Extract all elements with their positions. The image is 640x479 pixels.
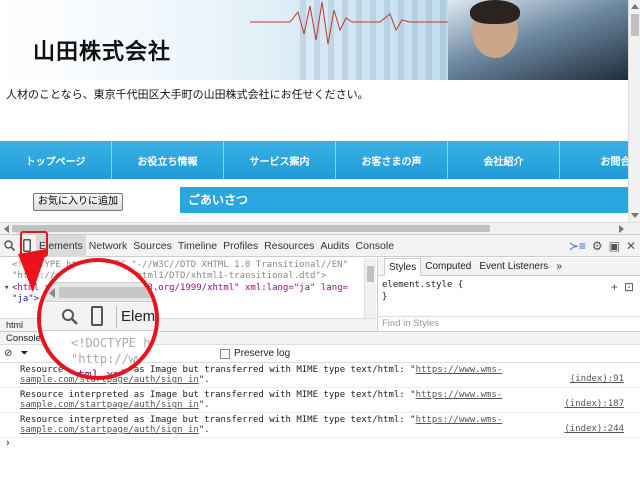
signal-wave-graphic bbox=[250, 1, 480, 45]
greeting-heading: ごあいさつ bbox=[180, 187, 628, 213]
magnified-search-icon bbox=[62, 309, 78, 325]
site-tagline: 人材のことなら、東京千代田区大手町の山田株式会社にお任せください。 bbox=[6, 88, 369, 101]
more-tabs-chevron-icon[interactable]: » bbox=[552, 258, 566, 276]
magnified-device-mode-icon bbox=[91, 306, 103, 326]
devtools-toolbar: Elements Network Sources Timeline Profil… bbox=[0, 234, 640, 257]
message-end: ". bbox=[198, 400, 210, 410]
tab-event-listeners[interactable]: Event Listeners bbox=[475, 258, 552, 276]
businessman-photo bbox=[448, 0, 628, 80]
styles-sidebar: Styles Computed Event Listeners » + ⊡ el… bbox=[377, 257, 640, 331]
message-source-link[interactable]: (index):91 bbox=[570, 374, 624, 384]
magnified-doctype: <!DOCTYPE ht bbox=[71, 336, 158, 350]
toggle-element-state-icon[interactable]: ⊡ bbox=[624, 280, 634, 294]
close-icon[interactable]: ✕ bbox=[626, 239, 636, 253]
gear-icon[interactable]: ⚙ bbox=[592, 239, 603, 253]
site-title[interactable]: 山田株式会社 bbox=[33, 34, 171, 66]
page-horizontal-scrollbar[interactable] bbox=[0, 222, 640, 234]
filter-icon[interactable]: ⏷ bbox=[20, 348, 28, 359]
tab-styles[interactable]: Styles bbox=[384, 257, 422, 276]
nav-item-services[interactable]: サービス案内 bbox=[224, 141, 336, 179]
clear-console-icon[interactable]: ⊘ bbox=[4, 348, 12, 359]
main-nav: トップページ お役立ち情報 サービス案内 お客さまの声 会社紹介 お問合 bbox=[0, 141, 628, 179]
elements-scrollbar[interactable] bbox=[364, 258, 376, 318]
console-message: Resource interpreted as Image but transf… bbox=[0, 413, 640, 438]
preserve-log-label: Preserve log bbox=[234, 348, 291, 359]
console-prompt[interactable]: › bbox=[6, 437, 10, 449]
add-rule-icon[interactable]: + bbox=[611, 280, 618, 294]
element-style-rule[interactable]: element.style { bbox=[382, 279, 636, 291]
dock-icon[interactable]: ▣ bbox=[609, 239, 620, 253]
console-drawer-tab[interactable]: Console bbox=[6, 333, 41, 344]
tab-sources[interactable]: Sources bbox=[130, 235, 175, 257]
web-page: 山田株式会社 人材のことなら、東京千代田区大手町の山田株式会社にお任せください。… bbox=[0, 0, 628, 222]
tab-resources[interactable]: Resources bbox=[261, 235, 317, 257]
nav-item-top[interactable]: トップページ bbox=[0, 141, 112, 179]
tab-profiles[interactable]: Profiles bbox=[220, 235, 261, 257]
header-banner: 山田株式会社 bbox=[0, 0, 628, 80]
styles-rules: element.style { } bbox=[378, 276, 640, 306]
styles-tabs: Styles Computed Event Listeners » bbox=[378, 257, 640, 276]
preserve-log-checkbox[interactable] bbox=[220, 348, 230, 359]
expand-triangle-icon[interactable]: ▾ bbox=[4, 283, 9, 293]
console-drawer-icon[interactable]: ≻≡ bbox=[569, 239, 586, 253]
html-element-line-end[interactable]: "ja"> bbox=[12, 294, 39, 304]
message-source-link[interactable]: (index):187 bbox=[564, 399, 624, 409]
tab-computed[interactable]: Computed bbox=[421, 258, 475, 276]
nav-item-testimonials[interactable]: お客さまの声 bbox=[336, 141, 448, 179]
add-favorite-button[interactable]: お気に入りに追加 bbox=[33, 193, 123, 211]
tab-console[interactable]: Console bbox=[353, 235, 398, 257]
nav-item-useful-info[interactable]: お役立ち情報 bbox=[112, 141, 224, 179]
breadcrumb-html[interactable]: html bbox=[6, 320, 23, 330]
message-end: ". bbox=[198, 425, 210, 435]
magnifier-callout: Elemen <!DOCTYPE ht ring "http://www <ht… bbox=[37, 258, 159, 380]
nav-item-company[interactable]: 会社紹介 bbox=[448, 141, 560, 179]
tab-timeline[interactable]: Timeline bbox=[175, 235, 220, 257]
magnified-elements-tab: Elemen bbox=[121, 308, 156, 325]
element-style-close: } bbox=[382, 292, 388, 302]
magnified-url: "http://www bbox=[71, 352, 151, 366]
tab-audits[interactable]: Audits bbox=[317, 235, 352, 257]
styles-filter-input[interactable]: Find in Styles bbox=[378, 316, 640, 331]
message-source-link[interactable]: (index):244 bbox=[564, 424, 624, 434]
preserve-log-option[interactable]: Preserve log bbox=[220, 348, 290, 359]
tab-network[interactable]: Network bbox=[86, 235, 131, 257]
nav-item-contact[interactable]: お問合 bbox=[560, 141, 628, 179]
message-end: ". bbox=[198, 375, 210, 385]
page-vertical-scrollbar[interactable] bbox=[628, 0, 640, 222]
search-icon[interactable] bbox=[0, 235, 18, 257]
message-text: Resource interpreted as Image but transf… bbox=[20, 390, 416, 400]
message-text: Resource interpreted as Image but transf… bbox=[20, 415, 416, 425]
console-message: Resource interpreted as Image but transf… bbox=[0, 388, 640, 413]
